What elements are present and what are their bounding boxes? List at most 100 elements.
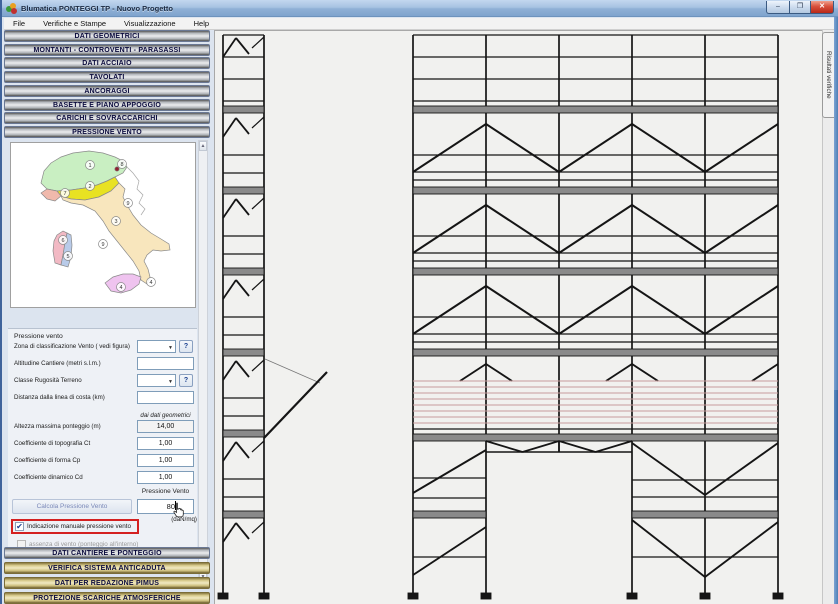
scaffold-member bbox=[413, 450, 486, 493]
title-bar[interactable]: Blumatica PONTEGGI TP - Nuovo Progetto –… bbox=[2, 0, 838, 17]
minimize-button[interactable]: – bbox=[766, 1, 790, 14]
scaffold-member bbox=[632, 443, 705, 495]
sidebar-section-protezione-scariche-atmosferiche[interactable]: PROTEZIONE SCARICHE ATMOSFERICHE bbox=[4, 592, 210, 604]
scaffold-member bbox=[413, 286, 486, 334]
scaffold-toeboard bbox=[223, 349, 264, 356]
scaffold-member bbox=[486, 364, 512, 381]
maximize-button[interactable]: ❐ bbox=[790, 1, 810, 14]
scaffold-member bbox=[705, 522, 778, 577]
field-label: Classe Rugosità Terreno bbox=[14, 377, 82, 384]
form-row: Altitudine Cantiere (metri s.l.m.) bbox=[8, 357, 197, 371]
scaffold-member bbox=[752, 364, 778, 381]
scaffold-member bbox=[632, 286, 705, 334]
scaffold-member bbox=[252, 360, 264, 371]
scaffold-member bbox=[252, 279, 264, 290]
scaffold-member bbox=[632, 520, 705, 577]
field-input[interactable]: 1,00 bbox=[137, 437, 194, 450]
scaffold-member bbox=[486, 205, 559, 253]
form-row: Coefficiente di forma Cp1,00 bbox=[8, 454, 197, 468]
field-label: Zona di classificazione Vento ( vedi fig… bbox=[14, 343, 130, 350]
scaffold-member bbox=[223, 442, 236, 461]
sidebar-section-verifica-sistema-anticaduta[interactable]: VERIFICA SISTEMA ANTICADUTA bbox=[4, 562, 210, 574]
scaffold-member bbox=[486, 441, 523, 452]
scaffold-member bbox=[236, 199, 249, 215]
scaffold-toeboard bbox=[223, 430, 264, 437]
menu-file[interactable]: File bbox=[4, 19, 34, 28]
sidebar-section-dati-cantiere-e-ponteggio[interactable]: DATI CANTIERE E PONTEGGIO bbox=[4, 547, 210, 559]
help-button[interactable]: ? bbox=[179, 374, 193, 387]
scaffold-member bbox=[523, 441, 560, 452]
sidebar-section-dati-acciaio[interactable]: DATI ACCIAIO bbox=[4, 57, 210, 69]
scaffold-member bbox=[632, 124, 705, 172]
scaffold-member bbox=[223, 38, 236, 57]
scaffold-toeboard bbox=[481, 593, 491, 599]
calcola-pressione-vento-button[interactable]: Calcola Pressione Vento bbox=[12, 499, 132, 514]
scaffold-member bbox=[264, 372, 327, 438]
sidebar: DATI GEOMETRICI MONTANTI - CONTROVENTI - … bbox=[4, 30, 212, 604]
chevron-down-icon: ▼ bbox=[168, 343, 173, 354]
menu-visualizzazione[interactable]: Visualizzazione bbox=[115, 19, 185, 28]
manual-pressure-label: Indicazione manuale pressione vento bbox=[27, 523, 131, 530]
sidebar-section-basette-e-piano-appoggio[interactable]: BASETTE E PIANO APPOGGIO bbox=[4, 99, 210, 111]
scaffold-member bbox=[705, 443, 778, 495]
sidebar-section-ancoraggi[interactable]: ANCORAGGI bbox=[4, 85, 210, 97]
field-input[interactable]: 14,00 bbox=[137, 420, 194, 433]
field-input[interactable]: 1,00 bbox=[137, 454, 194, 467]
scaffold-member bbox=[223, 361, 236, 380]
sidebar-section-dati-geometrici[interactable]: DATI GEOMETRICI bbox=[4, 30, 210, 42]
scaffold-toeboard bbox=[408, 593, 418, 599]
map-zone-number: 7 bbox=[63, 191, 66, 197]
scaffold-member bbox=[460, 364, 486, 381]
field-select[interactable]: ▼ bbox=[137, 340, 176, 353]
scaffold-member bbox=[252, 522, 264, 533]
scaffold-toeboard bbox=[223, 106, 264, 113]
scaffold-member bbox=[252, 441, 264, 452]
scaffold-member bbox=[236, 442, 249, 458]
scaffold-member bbox=[413, 527, 486, 575]
help-button[interactable]: ? bbox=[179, 340, 193, 353]
map-zone-number: 9 bbox=[101, 242, 104, 248]
sidebar-section-pressione-vento[interactable]: PRESSIONE VENTO bbox=[4, 126, 210, 138]
field-input[interactable] bbox=[137, 391, 194, 404]
scaffold-toeboard bbox=[627, 593, 637, 599]
close-button[interactable]: ✕ bbox=[810, 1, 834, 14]
scaffold-member bbox=[705, 286, 778, 334]
map-zone-8 bbox=[115, 167, 119, 171]
field-input[interactable]: 1,00 bbox=[137, 471, 194, 484]
sidebar-section-dati-per-redazione-pimus[interactable]: DATI PER REDAZIONE PIMUS bbox=[4, 577, 210, 589]
scaffold-toeboard bbox=[413, 349, 778, 356]
scaffold-member bbox=[236, 280, 249, 296]
scaffold-member bbox=[559, 441, 596, 452]
menu-verifiche-e-stampe[interactable]: Verifiche e Stampe bbox=[34, 19, 115, 28]
scaffold-member bbox=[596, 441, 633, 452]
app-window: Blumatica PONTEGGI TP - Nuovo Progetto –… bbox=[0, 0, 838, 604]
scaffold-member bbox=[486, 124, 559, 172]
drawing-canvas[interactable] bbox=[214, 30, 822, 604]
field-input[interactable] bbox=[137, 357, 194, 370]
sidebar-section-tavolati[interactable]: TAVOLATI bbox=[4, 71, 210, 83]
scaffold-toeboard bbox=[218, 593, 228, 599]
chevron-down-icon: ▼ bbox=[168, 377, 173, 388]
scaffold-member bbox=[632, 205, 705, 253]
sidebar-section-carichi-e-sovraccarichi[interactable]: CARICHI E SOVRACCARICHI bbox=[4, 112, 210, 124]
scaffold-toeboard bbox=[413, 434, 778, 441]
scaffold-member bbox=[559, 205, 632, 253]
from-geometry-note: dai dati geometrici bbox=[137, 412, 194, 419]
pressure-label: Pressione Vento bbox=[137, 488, 194, 495]
window-title: Blumatica PONTEGGI TP - Nuovo Progetto bbox=[21, 4, 173, 13]
scaffold-member bbox=[252, 37, 264, 48]
scaffold-toeboard bbox=[223, 187, 264, 194]
map-zone-number: 2 bbox=[88, 184, 91, 190]
scaffold-toeboard bbox=[223, 511, 264, 518]
sidebar-section-montanti-controventi-parasassi[interactable]: MONTANTI - CONTROVENTI - PARASASSI bbox=[4, 44, 210, 56]
scaffold-member bbox=[413, 124, 486, 172]
scaffold-member bbox=[252, 198, 264, 209]
manual-pressure-checkbox[interactable]: ✔ bbox=[15, 522, 24, 531]
scroll-up-arrow[interactable]: ▲ bbox=[199, 141, 207, 151]
menu-help[interactable]: Help bbox=[185, 19, 218, 28]
map-zone-number: 3 bbox=[114, 219, 117, 225]
form-row: Coefficiente dinamico Cd1,00 bbox=[8, 471, 197, 485]
field-select[interactable]: ▼ bbox=[137, 374, 176, 387]
scaffold-member bbox=[236, 38, 249, 54]
sidebar-scrollbar[interactable]: ▲ ▼ bbox=[198, 140, 208, 583]
